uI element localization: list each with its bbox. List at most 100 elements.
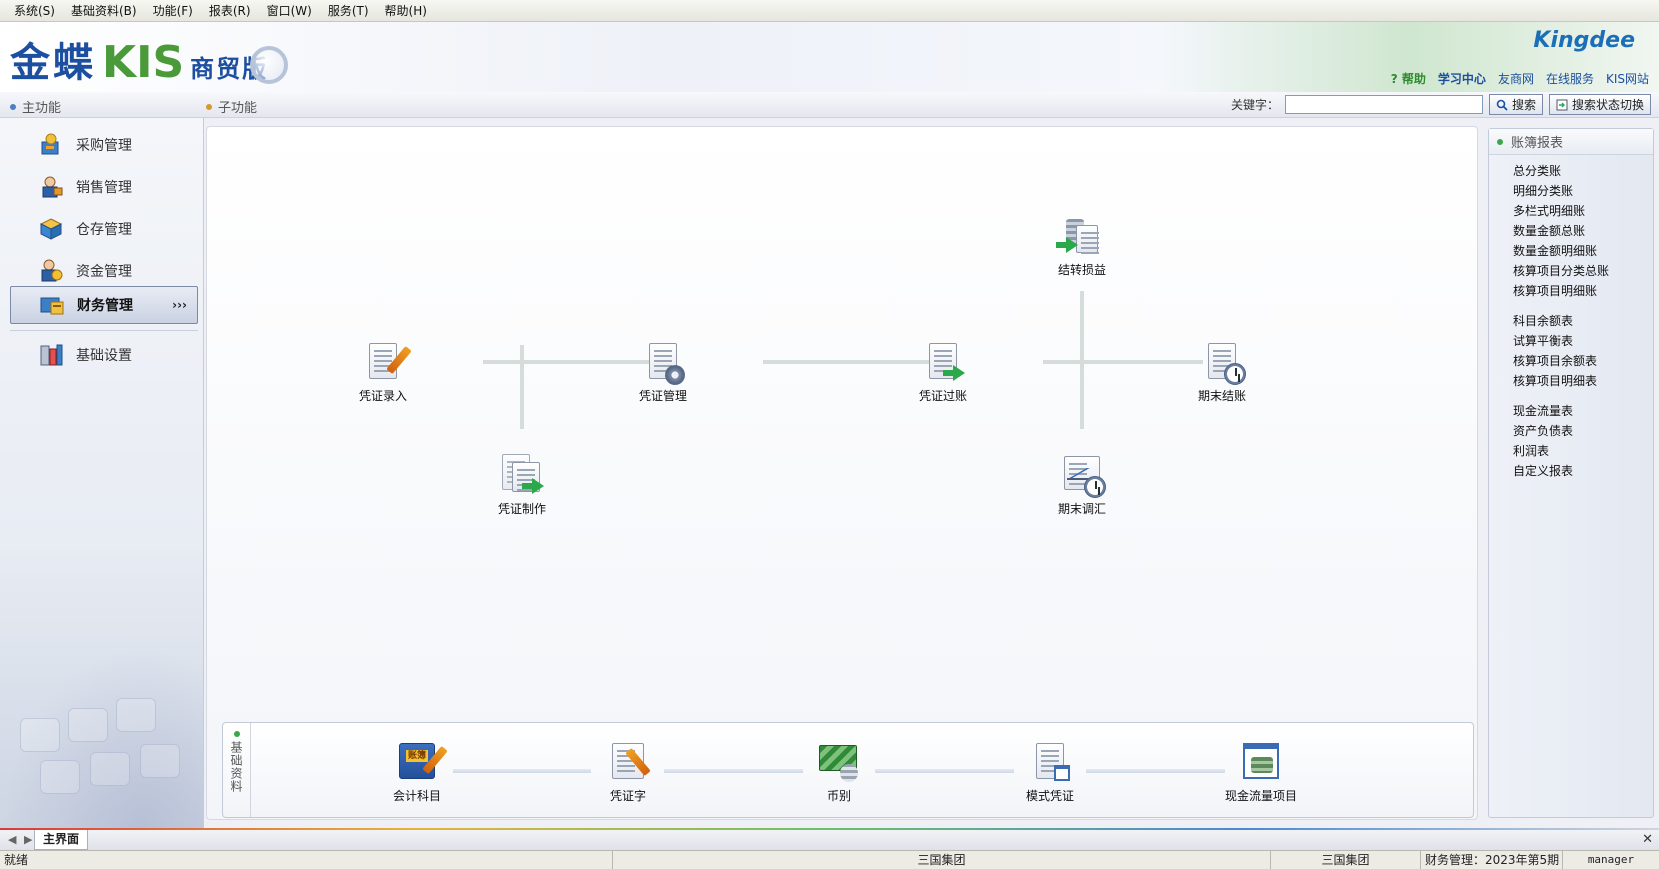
report-link-item-balance[interactable]: 核算项目余额表 [1513, 351, 1653, 371]
node-voucher-post[interactable]: 凭证过账 [898, 341, 988, 404]
voucher-manage-icon [643, 341, 685, 385]
menu-service[interactable]: 服务(T) [328, 2, 369, 19]
base-connector [875, 769, 1014, 773]
search-area: 关键字： 搜索 搜索状态切换 [1231, 94, 1651, 115]
base-item-cash-flow[interactable]: 现金流量项目 [1206, 741, 1316, 804]
menu-base-data[interactable]: 基础资料(B) [71, 2, 137, 19]
report-link-general-ledger[interactable]: 总分类账 [1513, 161, 1653, 181]
report-link-item-detail-ledger[interactable]: 核算项目明细账 [1513, 281, 1653, 301]
settings-icon [40, 344, 63, 366]
node-period-adjust[interactable]: 期末调汇 [1037, 454, 1127, 517]
menu-report[interactable]: 报表(R) [209, 2, 251, 19]
keypad-key-decoration [140, 744, 180, 778]
menu-window[interactable]: 窗口(W) [267, 2, 312, 19]
report-link-income-statement[interactable]: 利润表 [1513, 441, 1653, 461]
report-link-account-balance[interactable]: 科目余额表 [1513, 311, 1653, 331]
tab-main-interface[interactable]: 主界面 [34, 830, 89, 850]
bullet-icon [206, 103, 212, 110]
transfer-profit-loss-icon [1056, 215, 1102, 257]
node-voucher-entry[interactable]: 凭证录入 [338, 341, 428, 404]
voucher-entry-icon [363, 341, 412, 383]
node-period-close[interactable]: 期末结账 [1177, 341, 1267, 404]
sub-header-bar: 主功能 子功能 关键字： 搜索 搜索状态切换 [0, 92, 1659, 118]
main-function-sidebar: 采购管理 销售管理 仓存管理 资金管理 财务管理 ››› 基础设置 [0, 118, 204, 828]
toggle-icon [1556, 99, 1568, 110]
menu-system[interactable]: 系统(S) [14, 2, 55, 19]
sidebar-item-label: 仓存管理 [76, 222, 132, 238]
period-adjust-icon [1062, 454, 1106, 498]
sidebar-item-sales[interactable]: 销售管理 [10, 168, 198, 206]
node-label: 凭证录入 [358, 389, 407, 403]
voucher-post-icon [923, 341, 965, 383]
currency-money-icon [819, 741, 859, 783]
report-link-item-general-ledger[interactable]: 核算项目分类总账 [1513, 261, 1653, 281]
report-link-custom-report[interactable]: 自定义报表 [1513, 461, 1653, 481]
reports-panel-title: 账簿报表 [1511, 136, 1564, 151]
close-icon[interactable]: ✕ [1642, 832, 1653, 847]
report-group-balances: 科目余额表 试算平衡表 核算项目余额表 核算项目明细表 [1489, 311, 1653, 391]
sidebar-item-settings[interactable]: 基础设置 [10, 336, 198, 374]
node-label: 结转损益 [1057, 263, 1106, 277]
flow-connector [520, 345, 524, 429]
tab-nav-arrows[interactable]: ◀ ▶ [8, 833, 34, 846]
keypad-key-decoration [68, 708, 108, 742]
bullet-icon [233, 731, 240, 737]
report-link-qty-amount-detail[interactable]: 数量金额明细账 [1513, 241, 1653, 261]
base-data-panel: 基础资料 账簿 会计科目 凭证字 币别 模式凭证 现金流量项目 [222, 722, 1474, 818]
report-link-item-detail[interactable]: 核算项目明细表 [1513, 371, 1653, 391]
report-link-detail-ledger[interactable]: 明细分类账 [1513, 181, 1653, 201]
sidebar-item-inventory[interactable]: 仓存管理 [10, 210, 198, 248]
base-item-voucher-word[interactable]: 凭证字 [573, 741, 683, 804]
node-voucher-make[interactable]: 凭证制作 [477, 454, 567, 517]
window-tab-bar: ◀ ▶ 主界面 ✕ [0, 828, 1659, 850]
report-link-trial-balance[interactable]: 试算平衡表 [1513, 331, 1653, 351]
sidebar-item-finance[interactable]: 财务管理 ››› [10, 286, 198, 324]
search-button[interactable]: 搜索 [1488, 94, 1543, 115]
base-item-currency[interactable]: 币别 [784, 741, 894, 804]
sidebar-item-funds[interactable]: 资金管理 [10, 252, 198, 290]
logo-main-text: 金蝶 [10, 39, 96, 86]
search-toggle-label: 搜索状态切换 [1571, 98, 1644, 112]
sidebar-item-purchase[interactable]: 采购管理 [10, 126, 198, 164]
accounts-book-icon: 账簿 [397, 741, 448, 783]
report-link-balance-sheet[interactable]: 资产负债表 [1513, 421, 1653, 441]
sidebar-item-label: 采购管理 [76, 138, 132, 154]
menu-function[interactable]: 功能(F) [153, 2, 193, 19]
base-item-template-voucher[interactable]: 模式凭证 [995, 741, 1105, 804]
node-label: 期末结账 [1197, 389, 1246, 403]
cash-flow-icon [1241, 741, 1281, 783]
voucher-word-icon [608, 741, 651, 783]
report-link-cash-flow[interactable]: 现金流量表 [1513, 401, 1653, 421]
base-connector [1086, 769, 1225, 773]
sales-icon [42, 176, 63, 198]
node-label: 期末调汇 [1057, 502, 1106, 516]
status-bar: 就绪 三国集团 三国集团 财务管理：2023年第5期 manager [0, 850, 1659, 869]
search-toggle-button[interactable]: 搜索状态切换 [1548, 94, 1651, 115]
kis-site-link[interactable]: KIS网站 [1606, 70, 1649, 87]
status-company: 三国集团 [612, 851, 1270, 869]
keyword-input[interactable] [1284, 95, 1483, 114]
finance-flow-canvas: 凭证录入 凭证制作 凭证管理 凭证过账 结转损益 期末调汇 期末结账 [206, 126, 1478, 820]
finance-icon [40, 297, 64, 315]
reports-panel-header: 账簿报表 [1489, 129, 1653, 155]
help-link[interactable]: ? 帮助 [1391, 70, 1426, 87]
report-link-multi-column-ledger[interactable]: 多栏式明细账 [1513, 201, 1653, 221]
kis-logo: 金蝶 KIS 商贸版 [10, 30, 306, 88]
learning-center-link[interactable]: 学习中心 [1438, 70, 1486, 87]
sidebar-item-label: 销售管理 [76, 180, 132, 196]
voucher-make-icon [502, 454, 544, 496]
base-item-label: 币别 [826, 789, 851, 803]
base-connector [453, 769, 591, 773]
partner-net-link[interactable]: 友商网 [1498, 70, 1534, 87]
online-service-link[interactable]: 在线服务 [1546, 70, 1594, 87]
menu-help[interactable]: 帮助(H) [385, 2, 427, 19]
base-item-label: 现金流量项目 [1224, 789, 1297, 803]
node-voucher-manage[interactable]: 凭证管理 [618, 341, 708, 404]
bullet-icon [10, 103, 16, 110]
report-link-qty-amount-general[interactable]: 数量金额总账 [1513, 221, 1653, 241]
sidebar-item-label: 资金管理 [76, 264, 132, 280]
node-transfer-profit-loss[interactable]: 结转损益 [1037, 215, 1127, 278]
magnifier-icon [250, 46, 289, 84]
main-function-text: 主功能 [22, 101, 62, 116]
base-item-accounts[interactable]: 账簿 会计科目 [362, 741, 472, 804]
